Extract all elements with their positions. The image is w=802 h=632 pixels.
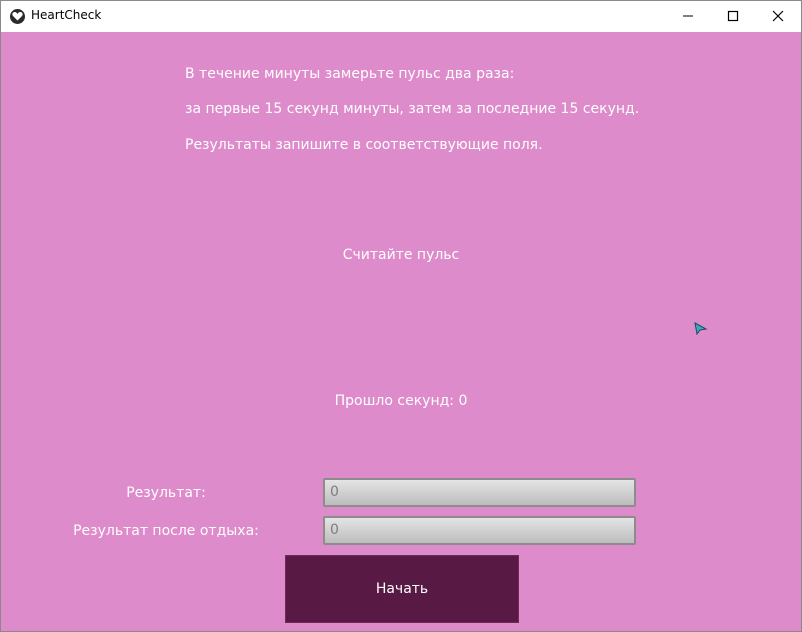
maximize-button[interactable] [710, 1, 756, 32]
window-title: HeartCheck [31, 8, 102, 22]
status-text: Считайте пульс [342, 247, 460, 263]
result-label: Результат: [126, 485, 206, 501]
app-window: HeartCheck В течение минуты замерьте пул… [0, 0, 802, 632]
close-icon [772, 10, 784, 22]
minimize-icon [683, 15, 693, 17]
title-bar[interactable]: HeartCheck [1, 1, 801, 32]
timer-text: Прошло секунд: 0 [334, 393, 468, 409]
mouse-cursor-icon [694, 322, 708, 336]
rest-result-label: Результат после отдыха: [73, 523, 259, 539]
instruction-line-1: В течение минуты замерьте пульс два раза… [185, 66, 515, 82]
heart-app-icon [10, 9, 25, 24]
instruction-line-3: Результаты запишите в соответствующие по… [185, 137, 543, 153]
minimize-button[interactable] [665, 1, 711, 32]
maximize-icon [727, 10, 739, 22]
start-button[interactable]: Начать [285, 555, 519, 623]
main-content: В течение минуты замерьте пульс два раза… [1, 32, 801, 632]
instruction-line-2: за первые 15 секунд минуты, затем за пос… [185, 101, 640, 117]
close-button[interactable] [755, 1, 801, 32]
rest-result-input[interactable]: 0 [323, 516, 636, 545]
result-input[interactable]: 0 [323, 478, 636, 507]
